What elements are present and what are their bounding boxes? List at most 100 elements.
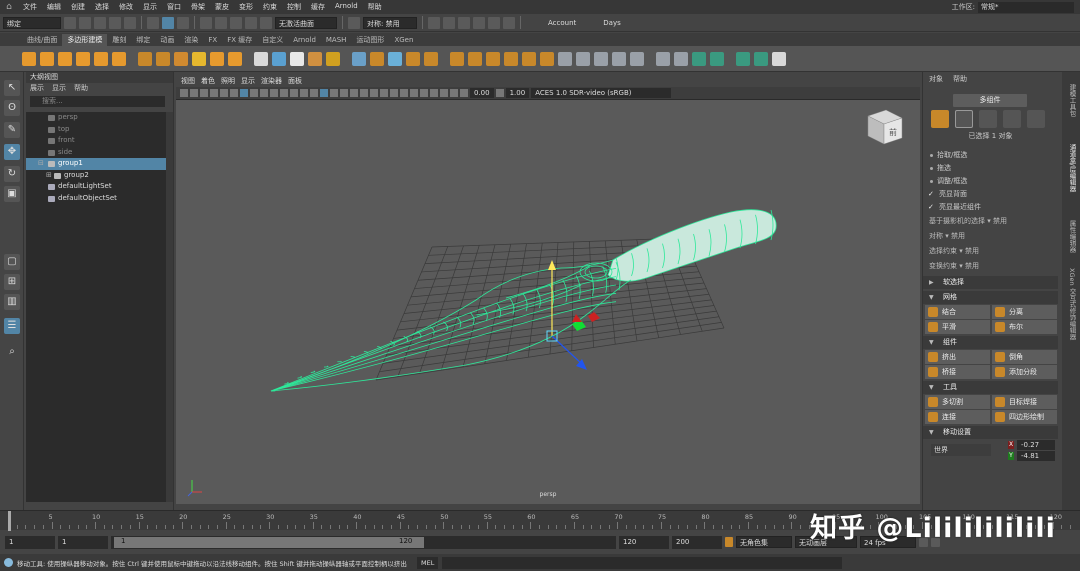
- bookmark-icon[interactable]: [200, 89, 208, 97]
- multi-cut-icon[interactable]: [630, 51, 644, 66]
- menu-item[interactable]: 选择: [90, 2, 114, 12]
- checkbox-highlight-backfaces[interactable]: 亮显背面: [923, 188, 1058, 201]
- toolkit-button[interactable]: 桥接: [925, 365, 990, 379]
- expand-icon[interactable]: ⊞: [46, 170, 52, 182]
- xray-components-icon[interactable]: [450, 89, 458, 97]
- depth-of-field-icon[interactable]: [410, 89, 418, 97]
- xray-joints-icon[interactable]: [440, 89, 448, 97]
- snap-grid-icon[interactable]: [200, 16, 212, 29]
- grid-toggle-icon[interactable]: [240, 89, 248, 97]
- checkbox-highlight-nearest[interactable]: 亮显最近组件: [923, 201, 1058, 214]
- symmetry-option[interactable]: 对称 ▾ 禁用: [923, 229, 1058, 244]
- outliner-item-defaultLightSet[interactable]: defaultLightSet: [26, 181, 166, 193]
- colorspace-dropdown[interactable]: ACES 1.0 SDR-video (sRGB): [531, 88, 672, 98]
- toolkit-menu-object[interactable]: 对象: [929, 72, 943, 86]
- viewcube[interactable]: 前: [867, 109, 903, 145]
- face-mode-icon[interactable]: [1003, 110, 1021, 128]
- gamma-icon[interactable]: [495, 89, 504, 97]
- outliner-scrollbar[interactable]: [166, 112, 173, 502]
- menu-item[interactable]: 创建: [66, 2, 90, 12]
- shelf-tab[interactable]: FX: [203, 34, 222, 46]
- snap-point-icon[interactable]: [230, 16, 242, 29]
- playback-end-field[interactable]: 120: [619, 535, 669, 549]
- section-header[interactable]: 组件: [923, 336, 1058, 349]
- viewport-menu-item[interactable]: 显示: [241, 75, 255, 87]
- text-icon[interactable]: [290, 51, 304, 66]
- wireframe-on-shaded-icon[interactable]: [340, 89, 348, 97]
- image-plane-icon[interactable]: [210, 89, 218, 97]
- outliner-item-group1[interactable]: ⊟ group1: [26, 158, 166, 170]
- toolkit-button[interactable]: 平滑: [925, 320, 990, 334]
- scale-tool-icon[interactable]: ▣: [4, 186, 20, 202]
- resolution-gate-icon[interactable]: [260, 89, 268, 97]
- zoom-icon[interactable]: ⌕: [4, 344, 20, 360]
- object-mode-icon[interactable]: [931, 110, 949, 128]
- mel-label[interactable]: MEL: [417, 556, 439, 569]
- menu-item[interactable]: 窗口: [162, 2, 186, 12]
- menu-item[interactable]: 缓存: [306, 2, 330, 12]
- shelf-tab[interactable]: FX 缓存: [222, 34, 257, 46]
- extract-icon[interactable]: [468, 51, 482, 66]
- outliner-menu-help[interactable]: 帮助: [74, 83, 88, 94]
- two-pane-layout-icon[interactable]: ▥: [4, 294, 20, 310]
- toolkit-menu-help[interactable]: 帮助: [953, 72, 967, 86]
- platonic-icon[interactable]: [156, 51, 170, 66]
- isolate-select-icon[interactable]: [420, 89, 428, 97]
- extrude-icon[interactable]: [594, 51, 608, 66]
- expand-icon[interactable]: ⊟: [38, 158, 44, 170]
- section-header[interactable]: 网格: [923, 291, 1058, 304]
- wireframe-icon[interactable]: [310, 89, 318, 97]
- menu-item[interactable]: 蒙皮: [210, 2, 234, 12]
- select-tool-icon[interactable]: ↖: [4, 80, 20, 96]
- target-weld-icon[interactable]: [656, 51, 670, 66]
- auto-uv-icon[interactable]: [754, 51, 768, 66]
- character-set-dropdown[interactable]: 无角色集: [736, 536, 792, 548]
- exposure-field[interactable]: 0.00: [470, 88, 494, 98]
- move-tool-icon[interactable]: ✥: [4, 144, 20, 160]
- film-gate-icon[interactable]: [250, 89, 258, 97]
- camera-attr-icon[interactable]: [190, 89, 198, 97]
- toolkit-button[interactable]: 多切割: [925, 395, 990, 409]
- shelf-tab[interactable]: 动画: [155, 34, 179, 46]
- select-object-icon[interactable]: [162, 16, 174, 29]
- selection-constraint-option[interactable]: 选择约束 ▾ 禁用: [923, 244, 1058, 259]
- viewport-canvas[interactable]: 前: [176, 100, 920, 504]
- soccer-icon[interactable]: [210, 51, 224, 66]
- mirror-icon[interactable]: [450, 51, 464, 66]
- outliner-item-front[interactable]: front: [26, 135, 166, 147]
- vertex-mode-icon[interactable]: [955, 110, 973, 128]
- shelf-tab[interactable]: XGen: [389, 34, 418, 46]
- helix-icon[interactable]: [192, 51, 206, 66]
- 2d-pan-icon[interactable]: [220, 89, 228, 97]
- triangulate-icon[interactable]: [522, 51, 536, 66]
- viewport-3d[interactable]: 前 persp: [176, 100, 920, 504]
- disc-icon[interactable]: [138, 51, 152, 66]
- y-value-field[interactable]: -4.81: [1017, 451, 1055, 461]
- tab-modeling-toolkit[interactable]: 建模工具包: [1067, 84, 1077, 117]
- toolkit-button[interactable]: 布尔: [992, 320, 1057, 334]
- shelf-tab[interactable]: 自定义: [257, 34, 288, 46]
- redo-icon[interactable]: [124, 16, 136, 29]
- radio-drag[interactable]: 拖选: [923, 162, 1058, 175]
- cube-icon[interactable]: [40, 51, 54, 66]
- toolkit-button[interactable]: 四边形绘制: [992, 410, 1057, 424]
- gate-mask-icon[interactable]: [270, 89, 278, 97]
- render-frame-icon[interactable]: [428, 16, 440, 29]
- playback-start-field[interactable]: 1: [58, 535, 108, 549]
- svg-icon[interactable]: [308, 51, 322, 66]
- render-settings-icon[interactable]: [458, 16, 470, 29]
- undo-icon[interactable]: [109, 16, 121, 29]
- outliner-item-side[interactable]: side: [26, 147, 166, 159]
- start-frame-field[interactable]: 1: [5, 535, 55, 549]
- select-component-icon[interactable]: [177, 16, 189, 29]
- combine-icon[interactable]: [352, 51, 366, 66]
- super-shape-icon[interactable]: [272, 51, 286, 66]
- exposure-icon[interactable]: [460, 89, 468, 97]
- menu-item[interactable]: 骨架: [186, 2, 210, 12]
- shadows-icon[interactable]: [370, 89, 378, 97]
- four-view-layout-icon[interactable]: ⊞: [4, 274, 20, 290]
- ambient-occlusion-icon[interactable]: [380, 89, 388, 97]
- quad-draw-icon[interactable]: [692, 51, 706, 66]
- tab-xgen-editor[interactable]: XGen 交互式修饰编辑器: [1067, 268, 1077, 340]
- outliner-menu-show[interactable]: 显示: [52, 83, 66, 94]
